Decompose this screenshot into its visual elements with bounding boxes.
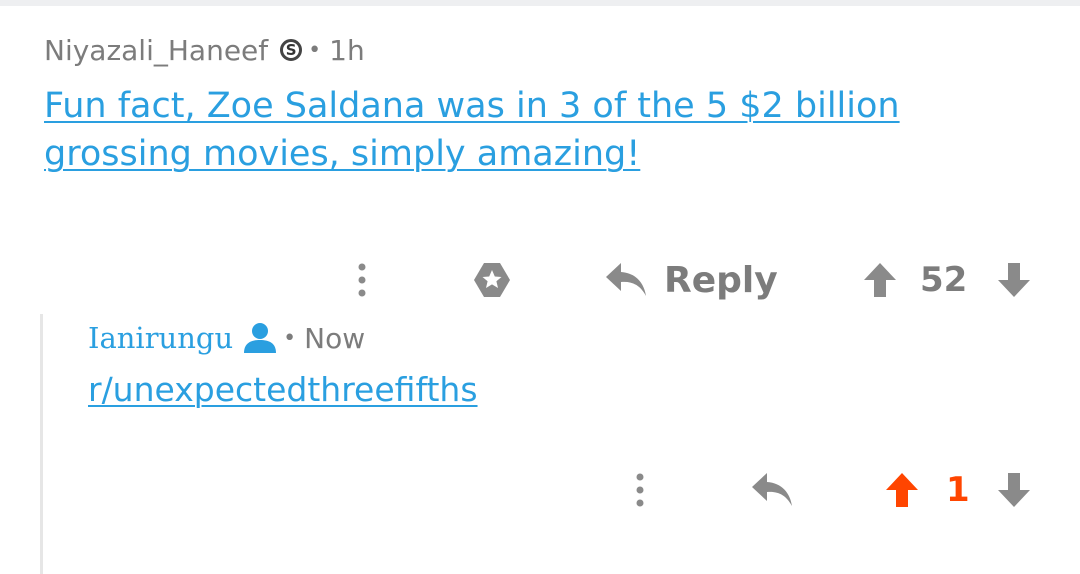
reply-button[interactable]: Reply bbox=[604, 254, 778, 306]
downvote-arrow-icon[interactable] bbox=[996, 254, 1032, 306]
reply-actions: 1 bbox=[44, 460, 1044, 520]
comment-age: 1h bbox=[329, 33, 365, 67]
reply-arrow-icon bbox=[606, 263, 646, 296]
upvote-arrow-icon[interactable] bbox=[862, 254, 898, 306]
more-vertical-icon[interactable] bbox=[344, 254, 380, 306]
reply-comment: Ianirungu • Now r/unexpectedthreefifths bbox=[88, 318, 1038, 409]
user-icon bbox=[243, 322, 277, 354]
reply-label: Reply bbox=[664, 259, 778, 301]
comment: Niyazali_Haneef S • 1h Fun fact, Zoe Sal… bbox=[44, 30, 1044, 301]
subreddit-link[interactable]: r/unexpectedthreefifths bbox=[88, 370, 1038, 409]
s-badge-icon: S bbox=[280, 39, 303, 61]
meta-separator: • bbox=[283, 325, 297, 351]
comment-body-link[interactable]: Fun fact, Zoe Saldana was in 3 of the 5 … bbox=[44, 82, 944, 178]
meta-separator: • bbox=[308, 37, 322, 63]
reply-meta: Ianirungu • Now bbox=[88, 318, 1038, 358]
upvote-arrow-icon[interactable] bbox=[884, 464, 920, 516]
score: 52 bbox=[920, 260, 968, 300]
more-vertical-icon[interactable] bbox=[622, 464, 658, 516]
top-divider bbox=[0, 0, 1080, 6]
award-icon[interactable] bbox=[470, 254, 514, 306]
reply-arrow-icon[interactable] bbox=[750, 464, 794, 516]
comment-meta: Niyazali_Haneef S • 1h bbox=[44, 30, 1044, 70]
reply-age: Now bbox=[304, 321, 366, 355]
thread-line[interactable] bbox=[40, 314, 43, 574]
comment-actions: Reply 52 bbox=[44, 250, 1044, 310]
comment-username[interactable]: Niyazali_Haneef bbox=[44, 34, 268, 67]
downvote-arrow-icon[interactable] bbox=[996, 464, 1032, 516]
reply-username[interactable]: Ianirungu bbox=[88, 321, 233, 355]
score: 1 bbox=[946, 470, 970, 510]
